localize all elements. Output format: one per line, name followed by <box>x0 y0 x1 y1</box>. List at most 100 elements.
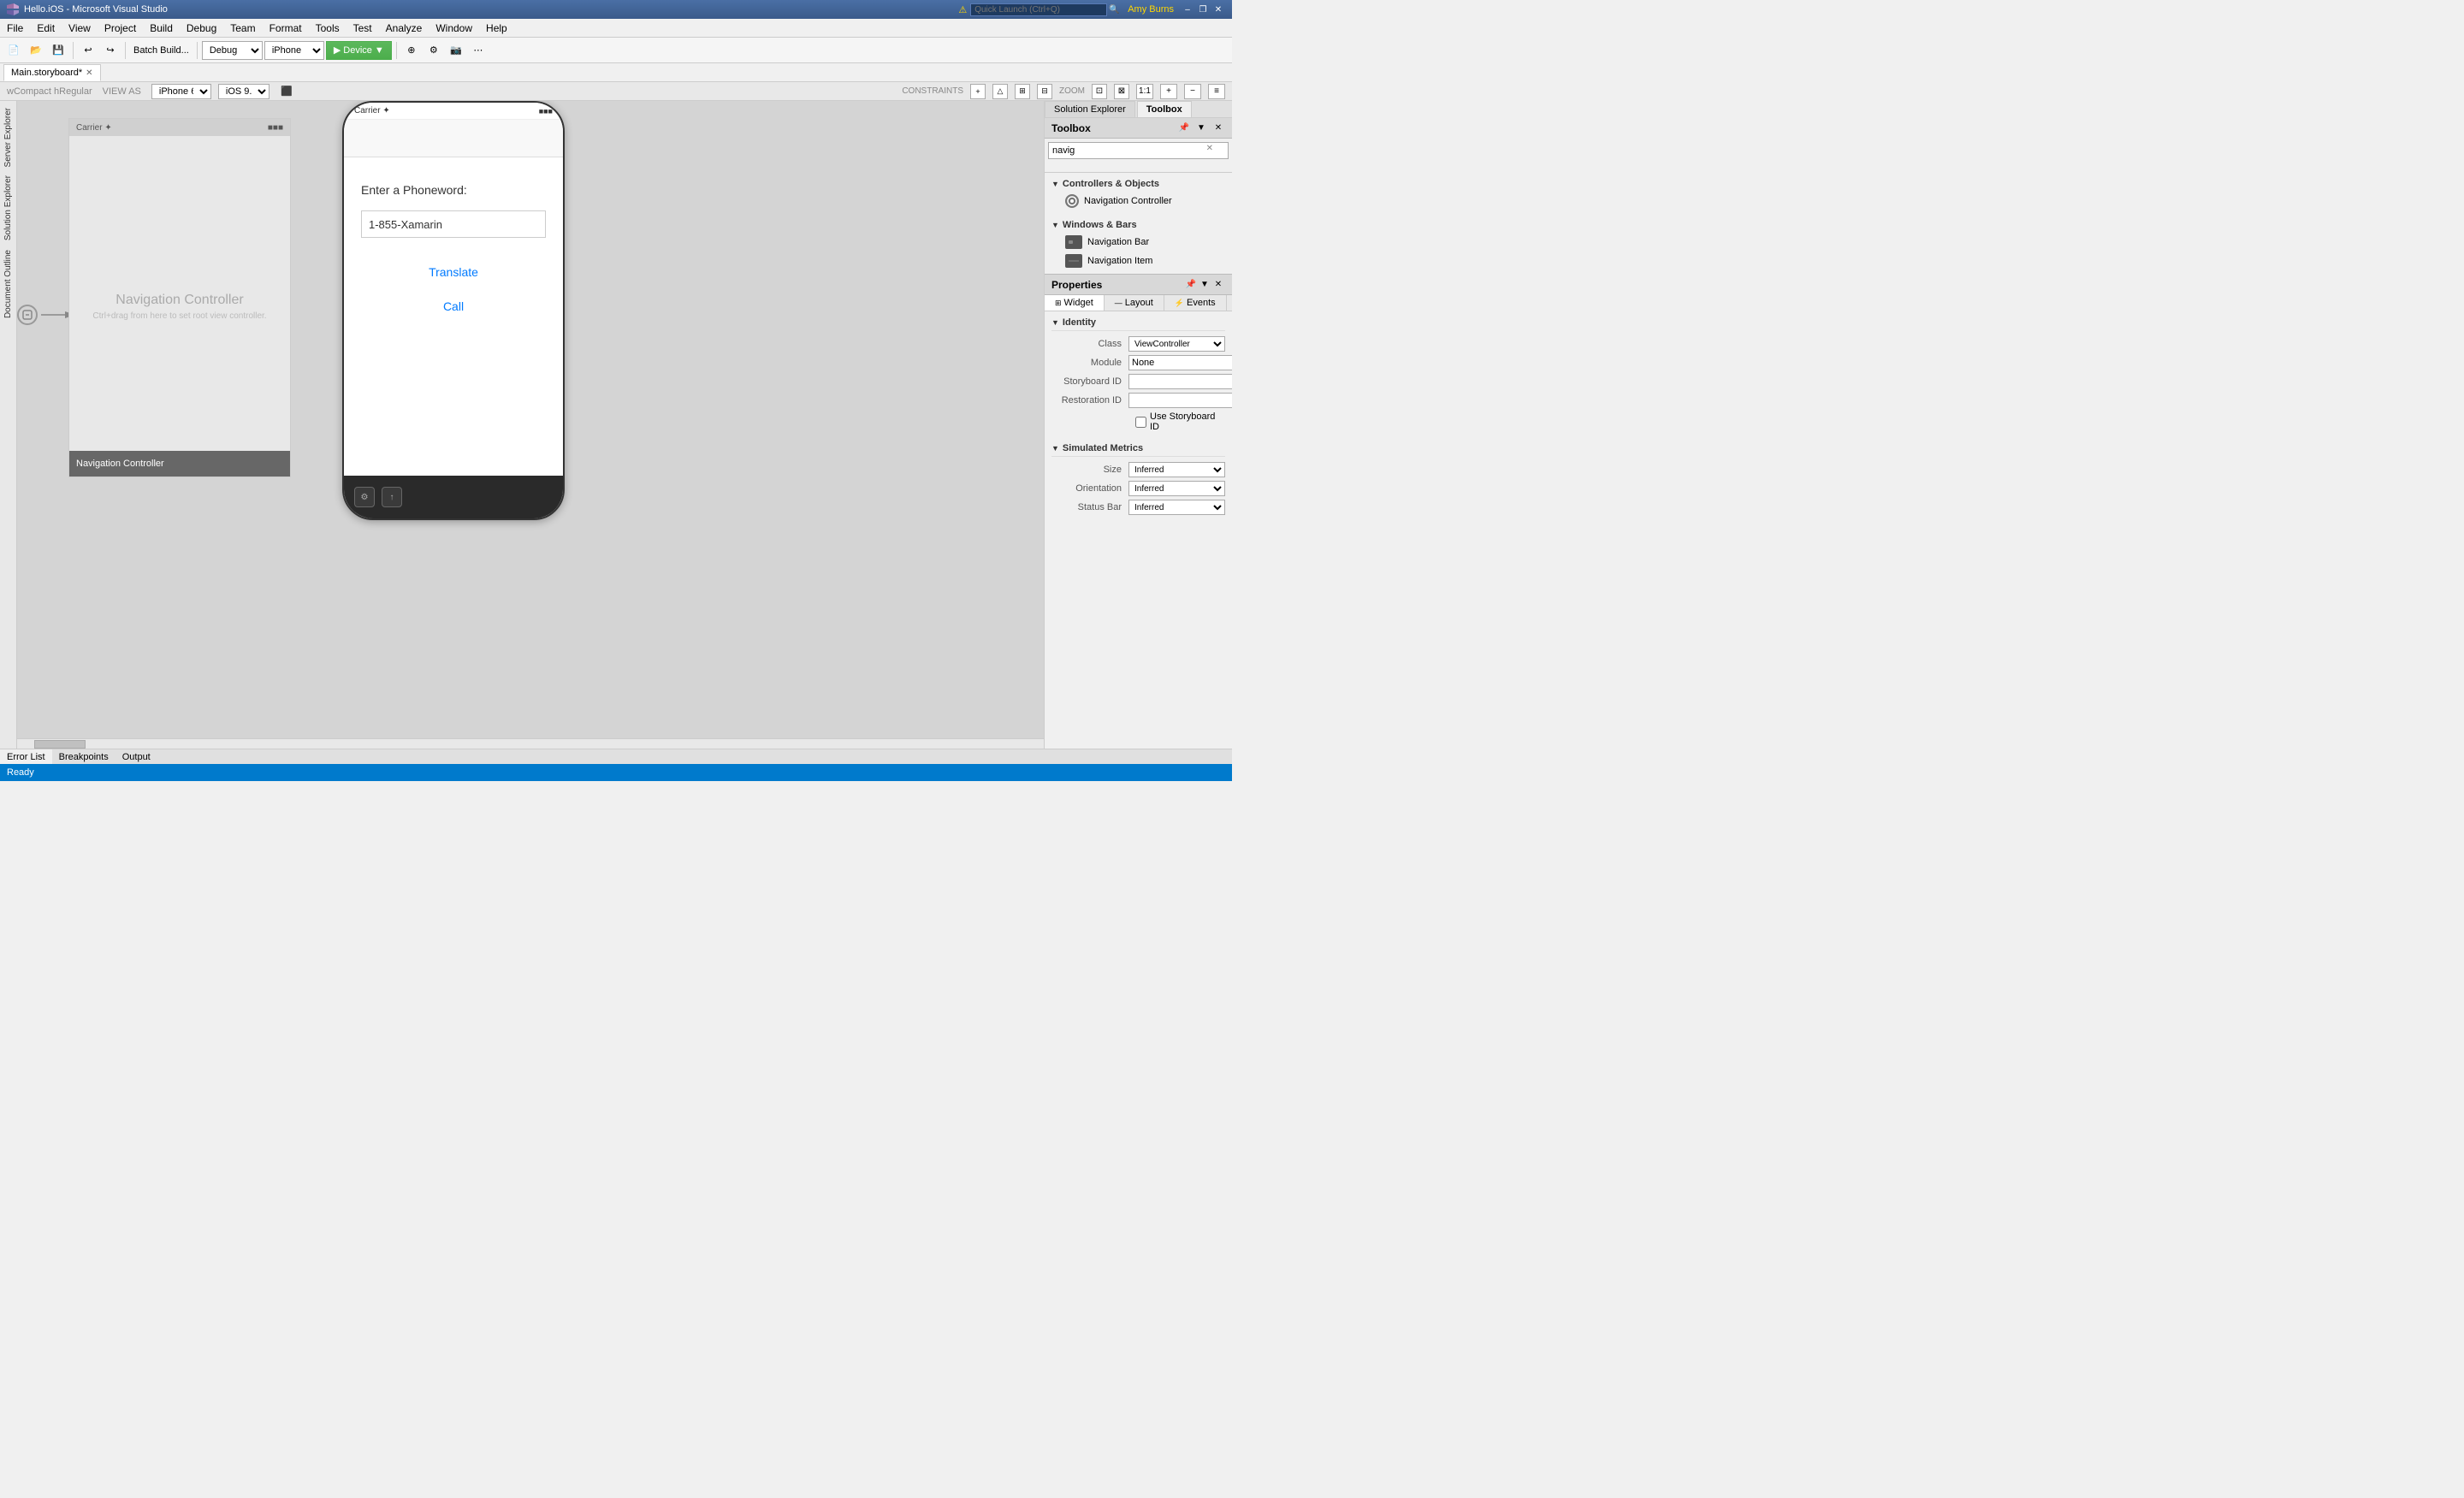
size-select[interactable]: Inferred <box>1128 462 1225 477</box>
menu-tools[interactable]: Tools <box>309 19 346 37</box>
left-sidebar: Server Explorer Solution Explorer Docume… <box>0 101 17 749</box>
menu-debug[interactable]: Debug <box>180 19 223 37</box>
controllers-section-header[interactable]: ▼ Controllers & Objects <box>1051 176 1225 192</box>
breakpoints-tab[interactable]: Breakpoints <box>52 749 116 764</box>
search-launch-btn[interactable]: 🔍 <box>1107 3 1121 15</box>
zoom-label: ZOOM <box>1059 86 1085 96</box>
zoom-actual-btn[interactable]: 1:1 <box>1136 84 1153 99</box>
nav-item-icon <box>1065 254 1082 268</box>
toolbox-settings-btn[interactable]: ▼ <box>1194 121 1208 135</box>
configure-btn[interactable]: ⚙ <box>424 40 444 61</box>
server-explorer-tab[interactable]: Server Explorer <box>2 104 15 170</box>
output-tab[interactable]: Output <box>116 749 157 764</box>
batch-build-btn[interactable]: Batch Build... <box>130 40 192 61</box>
use-storyboard-checkbox[interactable] <box>1135 417 1146 428</box>
widget-tab-icon: ⊞ <box>1055 299 1062 308</box>
device-dropdown[interactable]: iPhone 6 <box>151 84 211 99</box>
toolbox-close-btn[interactable]: ✕ <box>1211 121 1225 135</box>
menu-test[interactable]: Test <box>346 19 379 37</box>
solution-explorer-panel-tab[interactable]: Solution Explorer <box>1045 101 1135 117</box>
toolbox-nav-item-item[interactable]: Navigation Item <box>1051 252 1225 270</box>
identity-section-header[interactable]: ▼ Identity <box>1051 315 1225 331</box>
debug-config-dropdown[interactable]: Debug Release <box>202 41 263 60</box>
zoom-fit-btn[interactable]: ⊡ <box>1092 84 1107 99</box>
menu-analyze[interactable]: Analyze <box>379 19 429 37</box>
orientation-btn[interactable]: ⬛ <box>276 81 297 102</box>
canvas-scrollbar-h[interactable] <box>17 738 1044 749</box>
zoom-in-btn[interactable]: + <box>1160 84 1177 99</box>
canvas-content: Carrier ✦ ■■■ Navigation Controller Ctrl… <box>17 101 1044 749</box>
properties-panel: Properties 📌 ▼ ✕ ⊞ Widget — Layout ⚡ Eve… <box>1045 274 1232 749</box>
target-btn[interactable]: ⊕ <box>401 40 422 61</box>
menu-format[interactable]: Format <box>263 19 309 37</box>
toolbox-title: Toolbox <box>1051 122 1174 134</box>
constraints-btn-4[interactable]: ⊟ <box>1037 84 1052 99</box>
menu-window[interactable]: Window <box>429 19 479 37</box>
orientation-select[interactable]: Inferred <box>1128 481 1225 496</box>
save-btn[interactable]: 💾 <box>48 40 68 61</box>
more-btn[interactable]: ⋯ <box>468 40 489 61</box>
constraints-btn-3[interactable]: ⊞ <box>1015 84 1030 99</box>
error-list-tab[interactable]: Error List <box>0 749 52 764</box>
orientation-label: Orientation <box>1051 483 1128 494</box>
wcompact-label: wCompact hRegular <box>7 86 92 97</box>
open-btn[interactable]: 📂 <box>26 40 46 61</box>
nav-controller-scene[interactable]: Carrier ✦ ■■■ Navigation Controller Ctrl… <box>68 118 291 512</box>
document-outline-tab[interactable]: Document Outline <box>2 246 15 322</box>
close-btn[interactable]: ✕ <box>1211 3 1225 15</box>
scrollbar-thumb-h[interactable] <box>34 740 86 749</box>
restore-btn[interactable]: ❐ <box>1196 3 1210 15</box>
zoom-fill-btn[interactable]: ⊠ <box>1114 84 1129 99</box>
toolbox-pin-btn[interactable]: 📌 <box>1177 121 1191 135</box>
simulated-metrics-header[interactable]: ▼ Simulated Metrics <box>1051 441 1225 457</box>
play-btn[interactable]: ▶ Device ▼ <box>326 41 392 60</box>
menu-build[interactable]: Build <box>143 19 180 37</box>
storyboard-id-input[interactable] <box>1128 374 1232 389</box>
view-controller-scene[interactable]: Carrier ✦ ■■■ Enter a Phoneword: Transla… <box>342 101 565 529</box>
menu-view[interactable]: View <box>62 19 98 37</box>
layout-tab-label: Layout <box>1125 298 1153 308</box>
layout-tab[interactable]: — Layout <box>1105 295 1164 311</box>
properties-settings-btn[interactable]: ▼ <box>1198 278 1211 292</box>
zoom-out-btn[interactable]: − <box>1184 84 1201 99</box>
menu-help[interactable]: Help <box>479 19 514 37</box>
list-view-btn[interactable]: ≡ <box>1208 84 1225 99</box>
tab-close-btn[interactable]: ✕ <box>86 68 92 78</box>
events-tab-icon: ⚡ <box>1175 299 1184 308</box>
properties-pin-btn[interactable]: 📌 <box>1184 278 1198 292</box>
toolbox-nav-bar-item[interactable]: Navigation Bar <box>1051 233 1225 252</box>
menu-team[interactable]: Team <box>223 19 262 37</box>
menu-edit[interactable]: Edit <box>30 19 62 37</box>
document-tab-bar: Main.storyboard* ✕ <box>0 63 1232 82</box>
undo-btn[interactable]: ↩ <box>78 40 98 61</box>
menu-project[interactable]: Project <box>98 19 143 37</box>
restoration-id-input[interactable] <box>1128 393 1232 408</box>
constraints-btn-1[interactable]: + <box>970 84 986 99</box>
events-tab[interactable]: ⚡ Events <box>1164 295 1227 311</box>
new-project-btn[interactable]: 📄 <box>3 40 24 61</box>
class-select[interactable]: ViewController <box>1128 336 1225 352</box>
storyboard-tab[interactable]: Main.storyboard* ✕ <box>3 64 101 81</box>
constraints-btn-2[interactable]: △ <box>992 84 1008 99</box>
redo-btn[interactable]: ↪ <box>100 40 121 61</box>
minimize-btn[interactable]: – <box>1181 3 1194 15</box>
widget-tab[interactable]: ⊞ Widget <box>1045 295 1105 311</box>
status-bar-select[interactable]: Inferred <box>1128 500 1225 515</box>
call-btn[interactable]: Call <box>361 293 546 320</box>
toolbox-search-input[interactable] <box>1048 142 1229 159</box>
translate-btn[interactable]: Translate <box>361 258 546 286</box>
toolbox-nav-controller-item[interactable]: Navigation Controller <box>1051 192 1225 210</box>
phoneword-input[interactable] <box>361 210 546 238</box>
platform-dropdown[interactable]: iPhone iPad <box>264 41 324 60</box>
toolbox-search-clear[interactable]: ✕ <box>1206 144 1213 153</box>
toolbox-panel-tab[interactable]: Toolbox <box>1137 101 1192 117</box>
windows-bars-section-header[interactable]: ▼ Windows & Bars <box>1051 217 1225 233</box>
quick-launch-input[interactable] <box>970 3 1107 16</box>
solution-explorer-tab[interactable]: Solution Explorer <box>2 172 15 244</box>
ios-version-dropdown[interactable]: iOS 9.2 <box>218 84 270 99</box>
title-bar-text: Hello.iOS - Microsoft Visual Studio <box>24 4 958 15</box>
screenshot-btn[interactable]: 📷 <box>446 40 466 61</box>
module-input[interactable] <box>1128 355 1232 370</box>
properties-close-btn[interactable]: ✕ <box>1211 278 1225 292</box>
menu-file[interactable]: File <box>0 19 30 37</box>
